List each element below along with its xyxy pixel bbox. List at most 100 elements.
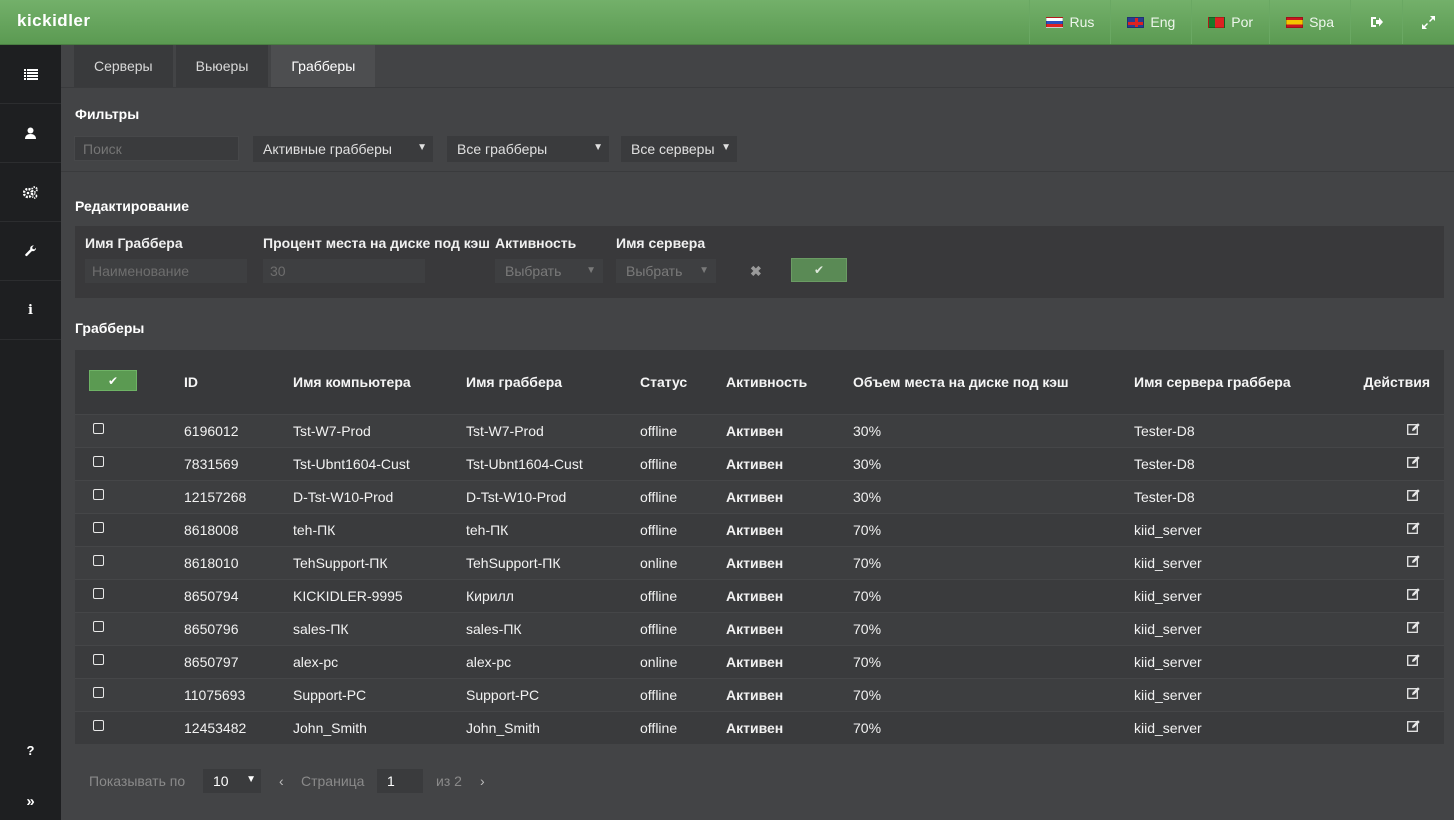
row-checkbox[interactable] bbox=[93, 621, 104, 632]
server-select[interactable]: Выбрать ▼ bbox=[616, 259, 716, 283]
activity-select[interactable]: Выбрать ▼ bbox=[495, 259, 603, 283]
edit-icon[interactable] bbox=[1407, 423, 1420, 438]
header-grabber[interactable]: Имя граббера bbox=[466, 374, 562, 390]
row-checkbox[interactable] bbox=[93, 423, 104, 434]
cell-id: 12157268 bbox=[184, 489, 247, 505]
select-value: 10 bbox=[213, 773, 229, 789]
header-id[interactable]: ID bbox=[184, 374, 198, 390]
cell-server: kiid_server bbox=[1134, 687, 1202, 703]
cell-grabber: alex-pc bbox=[466, 654, 512, 670]
cell-computer: Support-PC bbox=[293, 687, 367, 703]
edit-icon[interactable] bbox=[1407, 489, 1420, 504]
caret-down-icon: ▼ bbox=[246, 774, 256, 785]
header-server[interactable]: Имя сервера граббера bbox=[1134, 374, 1291, 390]
cell-cache: 70% bbox=[853, 588, 882, 604]
search-input[interactable] bbox=[74, 136, 239, 161]
help-button[interactable]: ? bbox=[0, 743, 61, 758]
tab-servers[interactable]: Серверы bbox=[74, 45, 173, 87]
expand-sidebar-button[interactable]: » bbox=[0, 793, 61, 810]
edit-icon[interactable] bbox=[1407, 588, 1420, 603]
edit-icon[interactable] bbox=[1407, 555, 1420, 570]
activity-label: Активность bbox=[495, 235, 577, 251]
table-row[interactable]: 8650796 sales-ПК sales-ПК offline Активен 70%… bbox=[75, 612, 1444, 645]
grabber-name-input[interactable]: Наименование bbox=[85, 259, 247, 283]
lang-por[interactable]: Por bbox=[1191, 0, 1269, 44]
edit-icon[interactable] bbox=[1407, 720, 1420, 735]
apply-button[interactable]: ✔ bbox=[791, 258, 847, 282]
table-row[interactable]: 6196012 Tst-W7-Prod Tst-W7-Prod offline Акти… bbox=[75, 414, 1444, 447]
lang-eng[interactable]: Eng bbox=[1110, 0, 1191, 44]
table-row[interactable]: 8618008 teh-ПК teh-ПК offline Активен 70% kiid… bbox=[75, 513, 1444, 546]
tab-grabbers[interactable]: Грабберы bbox=[271, 45, 376, 87]
row-checkbox[interactable] bbox=[93, 522, 104, 533]
cache-percent-input[interactable]: 30 bbox=[263, 259, 425, 283]
cell-computer: John_Smith bbox=[293, 720, 367, 736]
cell-cache: 70% bbox=[853, 522, 882, 538]
sidebar-item-list[interactable] bbox=[0, 45, 61, 104]
portugal-flag-icon bbox=[1208, 16, 1226, 28]
server-name-label: Имя сервера bbox=[616, 235, 706, 251]
row-checkbox[interactable] bbox=[93, 687, 104, 698]
edit-icon[interactable] bbox=[1407, 522, 1420, 537]
header-activity[interactable]: Активность bbox=[726, 374, 807, 390]
table-row[interactable]: 12157268 D-Tst-W10-Prod D-Tst-W10-Prod offl… bbox=[75, 480, 1444, 513]
cell-status: offline bbox=[640, 489, 678, 505]
user-icon bbox=[25, 127, 36, 139]
servers-filter-select[interactable]: Все серверы ▼ bbox=[621, 136, 737, 162]
clear-button[interactable]: ✖ bbox=[750, 263, 762, 280]
table-row[interactable]: 8618010 TehSupport-ПК TehSupport-ПК online А… bbox=[75, 546, 1444, 579]
tab-viewers[interactable]: Вьюеры bbox=[175, 45, 269, 87]
wrench-icon bbox=[24, 245, 36, 257]
cell-server: Tester-D8 bbox=[1134, 456, 1195, 472]
row-checkbox[interactable] bbox=[93, 489, 104, 500]
lang-spa[interactable]: Spa bbox=[1269, 0, 1350, 44]
app-logo[interactable]: KICKIDLER bbox=[17, 11, 91, 31]
edit-icon[interactable] bbox=[1407, 654, 1420, 669]
cell-computer: KICKIDLER-9995 bbox=[293, 588, 403, 604]
row-checkbox[interactable] bbox=[93, 456, 104, 467]
lang-rus[interactable]: Rus bbox=[1029, 0, 1110, 44]
table-row[interactable]: 8650794 KICKIDLER-9995 Кирилл offline Активе… bbox=[75, 579, 1444, 612]
table-row[interactable]: 12453482 John_Smith John_Smith offline Актив… bbox=[75, 711, 1444, 744]
row-checkbox[interactable] bbox=[93, 588, 104, 599]
table-row[interactable]: 11075693 Support-PC Support-PC offline Актив… bbox=[75, 678, 1444, 711]
per-page-select[interactable]: 10 ▼ bbox=[203, 769, 261, 793]
gears-icon bbox=[23, 185, 38, 199]
header-cache[interactable]: Объем места на диске под кэш bbox=[853, 374, 1069, 390]
cell-id: 12453482 bbox=[184, 720, 247, 736]
sidebar-item-tools[interactable] bbox=[0, 222, 61, 281]
table-header: ✔ ID Имя компьютера Имя граббера Статус … bbox=[75, 350, 1444, 414]
cell-id: 8650796 bbox=[184, 621, 239, 637]
table-row[interactable]: 7831569 Tst-Ubnt1604-Cust Tst-Ubnt1604-Cus… bbox=[75, 447, 1444, 480]
prev-page-button[interactable]: ‹ bbox=[279, 773, 284, 789]
logout-button[interactable] bbox=[1350, 0, 1402, 44]
header-computer[interactable]: Имя компьютера bbox=[293, 374, 411, 390]
table-row[interactable]: 8650797 alex-pc alex-pc online Активен 70% kii… bbox=[75, 645, 1444, 678]
language-bar: Rus Eng Por Spa bbox=[1029, 0, 1454, 44]
fullscreen-button[interactable] bbox=[1402, 0, 1454, 44]
status-filter-select[interactable]: Активные грабберы ▼ bbox=[253, 136, 433, 162]
cell-id: 11075693 bbox=[184, 687, 246, 703]
row-checkbox[interactable] bbox=[93, 555, 104, 566]
edit-icon[interactable] bbox=[1407, 687, 1420, 702]
logout-icon bbox=[1371, 17, 1383, 27]
info-icon: i bbox=[28, 302, 33, 318]
cell-grabber: Кирилл bbox=[466, 588, 514, 604]
caret-down-icon: ▼ bbox=[593, 142, 603, 153]
page-input[interactable]: 1 bbox=[377, 769, 423, 793]
expand-icon bbox=[1422, 15, 1435, 29]
next-page-button[interactable]: › bbox=[480, 773, 485, 789]
sidebar-item-users[interactable] bbox=[0, 104, 61, 163]
row-checkbox[interactable] bbox=[93, 654, 104, 665]
cell-activity: Активен bbox=[726, 621, 784, 637]
edit-icon[interactable] bbox=[1407, 456, 1420, 471]
edit-icon[interactable] bbox=[1407, 621, 1420, 636]
sidebar-item-info[interactable]: i bbox=[0, 281, 61, 340]
cell-status: offline bbox=[640, 687, 678, 703]
check-icon: ✔ bbox=[813, 263, 825, 277]
select-all-button[interactable]: ✔ bbox=[89, 370, 137, 391]
header-status[interactable]: Статус bbox=[640, 374, 687, 390]
grabbers-filter-select[interactable]: Все грабберы ▼ bbox=[447, 136, 609, 162]
sidebar-item-settings[interactable] bbox=[0, 163, 61, 222]
row-checkbox[interactable] bbox=[93, 720, 104, 731]
